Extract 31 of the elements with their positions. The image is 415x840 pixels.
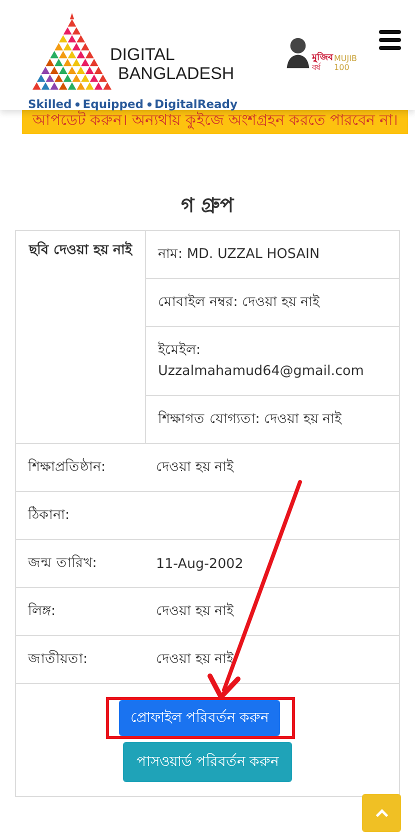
table-cell: নাম: MD. UZZAL HOSAIN <box>146 231 399 279</box>
badge-text: 100 <box>334 63 350 72</box>
table-cell: 11-Aug-2002 <box>156 556 244 572</box>
edit-profile-button[interactable]: প্রোফাইল পরিবর্তন করুন <box>118 700 280 736</box>
change-password-button[interactable]: পাসওয়ার্ড পরিবর্তন করুন <box>122 742 292 782</box>
dot-icon <box>74 102 80 106</box>
section-heading: গ গ্রুপ <box>180 192 236 219</box>
badge-text: মুজিব <box>312 54 334 63</box>
table-cell-text: দেওয়া হয় নাই <box>156 458 234 477</box>
table-cell-text: দেওয়া হয় নাই <box>156 602 234 621</box>
dot-icon <box>146 102 152 106</box>
table-cell: ছবি দেওয়া হয় নাই <box>16 231 146 443</box>
table-cell-text: জন্ম তারিখ: <box>28 554 98 573</box>
table-cell: মোবাইল নম্বর: দেওয়া হয় নাই <box>146 279 399 327</box>
tagline-text: DigitalReady <box>154 97 238 111</box>
table-cell-text: জাতীয়তা: <box>28 649 89 669</box>
table-cell: ইমেইল: Uzzalmahamud64@gmail.com <box>146 327 399 396</box>
tagline-text: Equipped <box>82 97 144 111</box>
table-cell-text: ঠিকানা: <box>28 505 71 525</box>
notice-banner: আপডেট করুন। অন্যথায় কুইজে অংশগ্রহন করতে পারবেন না। <box>22 110 408 134</box>
badge-text: MUJIB <box>334 54 357 63</box>
table-cell-text: দেওয়া হয় নাই <box>156 650 234 669</box>
tagline-text: Skilled <box>28 97 72 111</box>
badge-text: বর্ষ <box>312 63 321 72</box>
menu-icon[interactable] <box>379 30 401 50</box>
table-cell-text: লিঙ্গ: <box>28 602 57 621</box>
logo-text: DIGITAL <box>110 45 176 64</box>
table-cell-text: শিক্ষাগত যোগ্যতা: দেওয়া হয় নাই <box>156 410 343 429</box>
table-cell-text: শিক্ষাপ্রতিষ্ঠান: <box>28 457 107 477</box>
logo-text: BANGLADESH <box>118 64 234 83</box>
chevron-up-icon <box>374 808 388 818</box>
